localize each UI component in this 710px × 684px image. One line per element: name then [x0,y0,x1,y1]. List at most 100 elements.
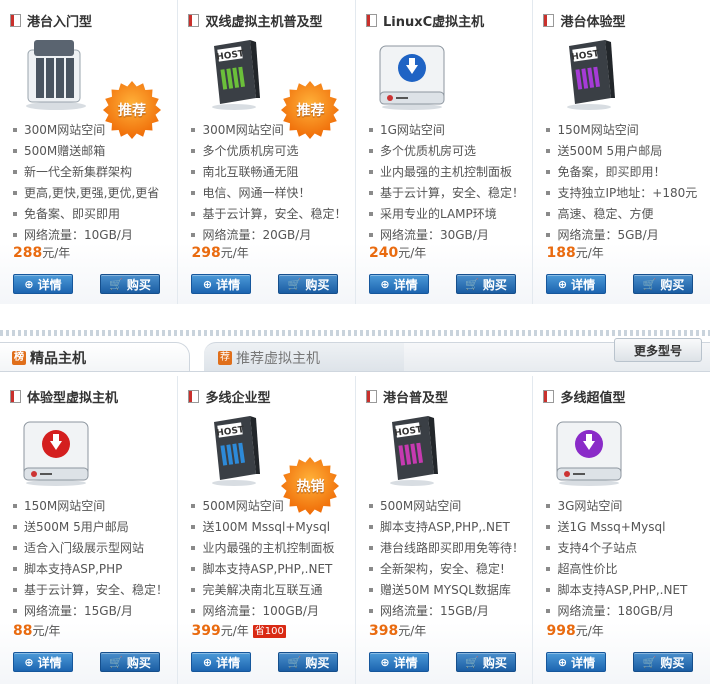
detail-button[interactable]: ⊕ 详情 [191,652,252,672]
detail-button[interactable]: ⊕ 详情 [546,274,607,294]
price-value: 298 [191,245,221,261]
promo-badge-icon: 推荐 [102,80,162,140]
promo-badge-icon: 热销 [280,456,340,516]
price-unit: 元/年 [398,624,427,638]
server-icon[interactable] [16,36,96,112]
feature-item: 150M网站空间 [545,120,710,141]
host-drive-icon[interactable]: HOST [194,36,274,112]
feature-list: 500M网站空间 脚本支持ASP,PHP,.NET 港台线路即买即用免等待！ 全新架构… [368,496,536,622]
feature-item: 业内最强的主机控制面板 [190,538,358,559]
buy-button[interactable]: 🛒 购买 [455,274,516,294]
buy-label: 购买 [126,655,151,670]
price-unit: 元/年 [220,624,249,638]
buy-label: 购买 [482,655,507,670]
tab-label: 推荐虚拟主机 [236,350,320,367]
cart-icon: 🛒 [287,277,302,291]
magnify-plus-icon: ⊕ [380,277,390,291]
price-value: 188 [546,245,576,261]
product-title: 多线企业型 [205,390,271,406]
feature-item: 业内最强的主机控制面板 [368,162,536,183]
tab-premium-hosting[interactable]: 榜 精品主机 [0,342,190,372]
price-unit: 元/年 [220,246,249,260]
feature-item: 3G网站空间 [545,496,710,517]
cart-icon: 🛒 [642,277,657,291]
card-title[interactable]: 双线虚拟主机普及型 [188,10,323,30]
card-title[interactable]: 体验型虚拟主机 [10,386,118,406]
host-drive-blue-icon[interactable]: HOST [194,412,274,488]
product-title: 体验型虚拟主机 [27,390,119,406]
host-drive-purple-icon[interactable]: HOST [549,36,629,112]
magnify-plus-icon: ⊕ [24,277,34,291]
buy-button[interactable]: 🛒 购买 [278,274,339,294]
price-value: 998 [546,623,576,639]
document-icon [10,389,21,403]
feature-item: 支持4个子站点 [545,538,710,559]
detail-button[interactable]: ⊕ 详情 [13,274,73,294]
document-icon [543,389,555,403]
detail-button[interactable]: ⊕ 详情 [13,652,73,672]
product-card: 港台普及型 HOST 500M网站空间 脚本支持ASP,PHP,.NET 港台线路即买即… [354,376,536,684]
document-icon [365,389,377,403]
feature-list: 3G网站空间 送1G Mssq+Mysql 支持4个子站点 超高性价比 脚本支持ASP,… [545,496,710,622]
magnify-plus-icon: ⊕ [557,277,568,291]
detail-label: 详情 [393,655,418,670]
price-unit: 元/年 [42,246,71,260]
price: 398元/年 [369,622,426,639]
product-title: 港台入门型 [27,14,93,30]
host-drive-pink-icon[interactable]: HOST [372,412,452,488]
card-title[interactable]: 港台入门型 [10,10,92,30]
product-card: LinuxC虚拟主机 1G网站空间 多个优质机房可选 业内最强的主机控制面板 基于云计算… [354,0,536,304]
buy-label: 购买 [660,277,685,292]
hdd-red-icon[interactable] [16,412,96,488]
buy-button[interactable]: 🛒 购买 [455,652,516,672]
dotted-divider [0,330,710,336]
product-card: 多线企业型 HOST 热销 500M网站空间 送100M Mssql+Mysql 业内最强… [177,376,355,684]
document-icon [188,389,200,403]
category-tabbar: 荐 推荐虚拟主机 榜 精品主机 [0,328,710,372]
feature-item: 基于云计算，安全、稳定！ [368,183,536,204]
buy-button[interactable]: 🛒 购买 [278,652,339,672]
feature-item: 超高性价比 [545,559,710,580]
product-card: 港台体验型 HOST 150M网站空间 送500M 5用户邮局 免备案，即买即用！ 支持独… [532,0,710,304]
card-title[interactable]: 港台普及型 [365,386,448,406]
product-card: 港台入门型 推荐 300M网站空间 500M赠送邮箱 新一代全新集群架构 更高,更快,更强… [0,0,180,304]
product-grid-top: 港台入门型 推荐 300M网站空间 500M赠送邮箱 新一代全新集群架构 更高,更快,更强… [0,0,710,304]
feature-item: 适合入门级展示型网站 [12,538,180,559]
hdd-blue-icon[interactable] [372,36,452,112]
feature-list: 1G网站空间 多个优质机房可选 业内最强的主机控制面板 基于云计算，安全、稳定！ 采用专… [368,120,536,246]
buy-button[interactable]: 🛒 购买 [100,274,160,294]
tab-recommended-hosting[interactable]: 荐 推荐虚拟主机 [204,342,404,372]
feature-item: 500M赠送邮箱 [12,141,180,162]
card-title[interactable]: LinuxC虚拟主机 [365,10,484,30]
card-title[interactable]: 多线企业型 [188,386,271,406]
detail-label: 详情 [216,655,241,670]
detail-button[interactable]: ⊕ 详情 [368,652,429,672]
card-title[interactable]: 多线超值型 [543,386,626,406]
more-models-button[interactable]: 更多型号 [614,338,702,362]
badge-label: 推荐 [296,103,325,119]
detail-button[interactable]: ⊕ 详情 [191,274,252,294]
buy-label: 购买 [305,277,330,292]
card-title[interactable]: 港台体验型 [543,10,626,30]
price: 399元/年 省100 [191,622,286,639]
price-unit: 元/年 [575,624,604,638]
detail-label: 详情 [37,655,62,670]
feature-item: 更高,更快,更强,更优,更省 [12,183,180,204]
feature-list: 150M网站空间 送500M 5用户邮局 免备案，即买即用！ 支持独立IP地址：+18… [545,120,710,246]
cart-icon: 🛒 [109,277,123,291]
feature-item: 新一代全新集群架构 [12,162,180,183]
feature-item: 网络流量：15GB/月 [12,601,180,622]
cart-icon: 🛒 [465,277,479,291]
feature-item: 送500M 5用户邮局 [12,517,180,538]
cart-icon: 🛒 [465,655,479,669]
buy-button[interactable]: 🛒 购买 [633,274,694,294]
buy-button[interactable]: 🛒 购买 [100,652,160,672]
buy-button[interactable]: 🛒 购买 [633,652,694,672]
price-value: 88 [13,623,33,639]
detail-button[interactable]: ⊕ 详情 [546,652,607,672]
detail-button[interactable]: ⊕ 详情 [368,274,429,294]
save-tag: 省100 [252,625,286,638]
detail-label: 详情 [571,655,596,670]
feature-item: 网络流量：180GB/月 [545,601,710,622]
hdd-purple-icon[interactable] [549,412,629,488]
